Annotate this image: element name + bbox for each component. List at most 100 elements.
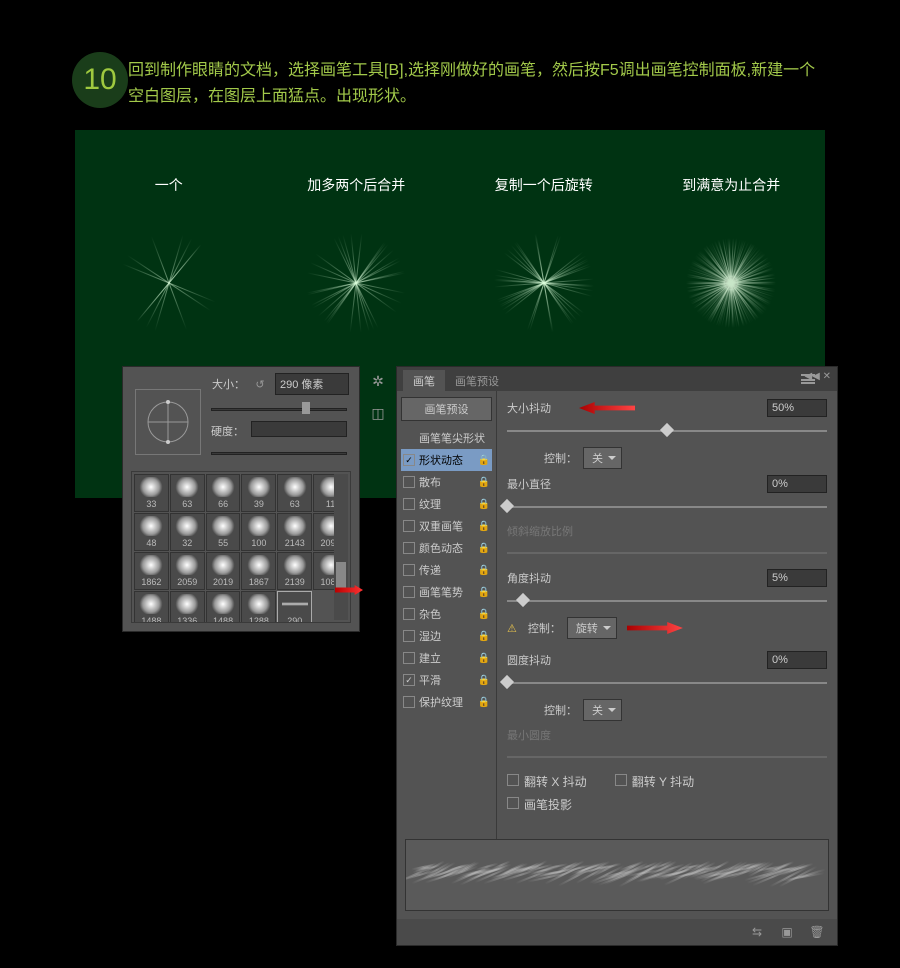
tab-brush-presets[interactable]: 画笔预设: [445, 370, 509, 392]
brush-thumb[interactable]: 2059: [170, 552, 205, 590]
brush-thumb[interactable]: 63: [170, 474, 205, 512]
size-jitter-value[interactable]: 50%: [767, 399, 827, 417]
brush-option-传递[interactable]: 传递🔒: [401, 559, 492, 581]
brush-thumb[interactable]: 48: [134, 513, 169, 551]
flip-x-checkbox[interactable]: 翻转 X 抖动: [507, 773, 587, 790]
sample-2: 加多两个后合并: [266, 175, 446, 353]
tilt-scale-label: 倾斜缩放比例: [507, 523, 573, 539]
gear-icon[interactable]: ✲: [365, 371, 391, 391]
brush-option-湿边[interactable]: 湿边🔒: [401, 625, 492, 647]
brush-stroke-preview: [405, 839, 829, 911]
sample-3-brush: [474, 213, 614, 353]
round-jitter-value[interactable]: 0%: [767, 651, 827, 669]
min-diameter-label: 最小直径: [507, 476, 569, 492]
brush-option-双重画笔[interactable]: 双重画笔🔒: [401, 515, 492, 537]
brush-thumb[interactable]: 2143: [277, 513, 312, 551]
brush-thumb[interactable]: 2019: [206, 552, 241, 590]
brush-option-杂色[interactable]: 杂色🔒: [401, 603, 492, 625]
sample-2-label: 加多两个后合并: [266, 175, 446, 195]
angle-jitter-label: 角度抖动: [507, 570, 569, 586]
brush-option-建立[interactable]: 建立🔒: [401, 647, 492, 669]
sample-3-label: 复制一个后旋转: [454, 175, 634, 195]
hardness-label: 硬度：: [211, 423, 247, 439]
min-diameter-slider[interactable]: [507, 499, 827, 513]
panel-right-column: 大小抖动 50% 控制： 关 最小直径 0% 倾斜缩放比例 角度抖动 5%: [497, 391, 837, 851]
sample-4-brush: [661, 213, 801, 353]
size-field[interactable]: 290 像素: [275, 373, 349, 395]
size-label: 大小：: [211, 376, 245, 392]
angle-jitter-slider[interactable]: [507, 593, 827, 607]
tab-brush[interactable]: 画笔: [403, 370, 445, 392]
size-slider[interactable]: [211, 399, 347, 417]
control-select-1[interactable]: 关: [583, 447, 622, 469]
sample-1: 一个: [79, 175, 259, 353]
min-diameter-value[interactable]: 0%: [767, 475, 827, 493]
scrollbar[interactable]: [334, 474, 348, 620]
sample-1-brush: [99, 213, 239, 353]
brush-panel: 画笔 画笔预设 ◀◀ ✕ 画笔预设 画笔笔尖形状 形状动态🔒散布🔒纹理🔒双重画笔…: [396, 366, 838, 946]
brush-thumb[interactable]: 66: [206, 474, 241, 512]
close-icon[interactable]: ◀◀ ✕: [804, 371, 831, 382]
brush-option-形状动态[interactable]: 形状动态🔒: [401, 449, 492, 471]
brush-option-保护纹理[interactable]: 保护纹理🔒: [401, 691, 492, 713]
brush-presets-button[interactable]: 画笔预设: [401, 397, 492, 421]
step-instruction-text: 回到制作眼睛的文档，选择画笔工具[B],选择刚做好的画笔，然后按F5调出画笔控制…: [128, 58, 828, 109]
control-label-1: 控制：: [507, 450, 577, 466]
sample-2-brush: [286, 213, 426, 353]
projection-checkbox[interactable]: 画笔投影: [507, 796, 572, 813]
hardness-field[interactable]: [251, 421, 347, 437]
angle-jitter-value[interactable]: 5%: [767, 569, 827, 587]
brush-angle-control[interactable]: [135, 389, 201, 455]
brush-thumb[interactable]: 1867: [241, 552, 276, 590]
hardness-slider[interactable]: [211, 443, 347, 461]
red-arrow-annotation: [627, 622, 683, 634]
trash-icon[interactable]: 🗑: [809, 924, 825, 940]
brush-thumb[interactable]: 290: [277, 591, 312, 623]
sample-4-label: 到满意为止合并: [641, 175, 821, 195]
brush-thumbnail-grid: 3363663963114832551002143209618622059201…: [131, 471, 351, 623]
new-icon[interactable]: ▣: [779, 924, 795, 940]
brush-thumb[interactable]: 1488: [134, 591, 169, 623]
brush-tip-shape-row[interactable]: 画笔笔尖形状: [401, 427, 492, 449]
brush-thumb[interactable]: 1488: [206, 591, 241, 623]
control-label-3: 控制：: [507, 702, 577, 718]
brush-thumb[interactable]: 55: [206, 513, 241, 551]
brush-option-画笔笔势[interactable]: 画笔笔势🔒: [401, 581, 492, 603]
toggle-icon[interactable]: ⇆: [749, 924, 765, 940]
brush-thumb[interactable]: 33: [134, 474, 169, 512]
min-round-slider: [507, 749, 827, 763]
round-jitter-label: 圆度抖动: [507, 652, 569, 668]
flip-y-checkbox[interactable]: 翻转 Y 抖动: [615, 773, 694, 790]
sample-4: 到满意为止合并: [641, 175, 821, 353]
brush-thumb[interactable]: 100: [241, 513, 276, 551]
brush-option-平滑[interactable]: 平滑🔒: [401, 669, 492, 691]
step-number-badge: 10: [72, 52, 128, 108]
sample-1-label: 一个: [79, 175, 259, 195]
brush-preset-popup: ✲ ◫ 大小： ↺ 290 像素 硬度： 3363663963114832551…: [122, 366, 360, 632]
brush-option-颜色动态[interactable]: 颜色动态🔒: [401, 537, 492, 559]
brush-thumb[interactable]: 39: [241, 474, 276, 512]
brush-thumb[interactable]: 1862: [134, 552, 169, 590]
brush-thumb[interactable]: 2139: [277, 552, 312, 590]
brush-thumb[interactable]: 1336: [170, 591, 205, 623]
brush-thumb[interactable]: 1288: [241, 591, 276, 623]
brush-option-纹理[interactable]: 纹理🔒: [401, 493, 492, 515]
new-preset-icon[interactable]: ◫: [365, 403, 391, 423]
brush-option-散布[interactable]: 散布🔒: [401, 471, 492, 493]
control-label-2: 控制：: [521, 620, 561, 636]
control-select-3[interactable]: 关: [583, 699, 622, 721]
panel-footer: ⇆ ▣ 🗑: [397, 919, 837, 945]
control-select-2[interactable]: 旋转: [567, 617, 617, 639]
min-round-label: 最小圆度: [507, 727, 551, 743]
brush-thumb[interactable]: 63: [277, 474, 312, 512]
size-jitter-slider[interactable]: [507, 423, 827, 437]
panel-tab-row: 画笔 画笔预设 ◀◀ ✕: [397, 367, 837, 391]
size-jitter-label: 大小抖动: [507, 400, 569, 416]
brush-thumb[interactable]: 32: [170, 513, 205, 551]
tilt-scale-slider: [507, 545, 827, 559]
round-jitter-slider[interactable]: [507, 675, 827, 689]
reset-icon[interactable]: ↺: [253, 377, 267, 391]
sample-row: 一个 加多两个后合并 复制一个后旋转 到满意为止合并: [75, 175, 825, 353]
sample-3: 复制一个后旋转: [454, 175, 634, 353]
warning-icon: ⚠: [507, 622, 517, 635]
